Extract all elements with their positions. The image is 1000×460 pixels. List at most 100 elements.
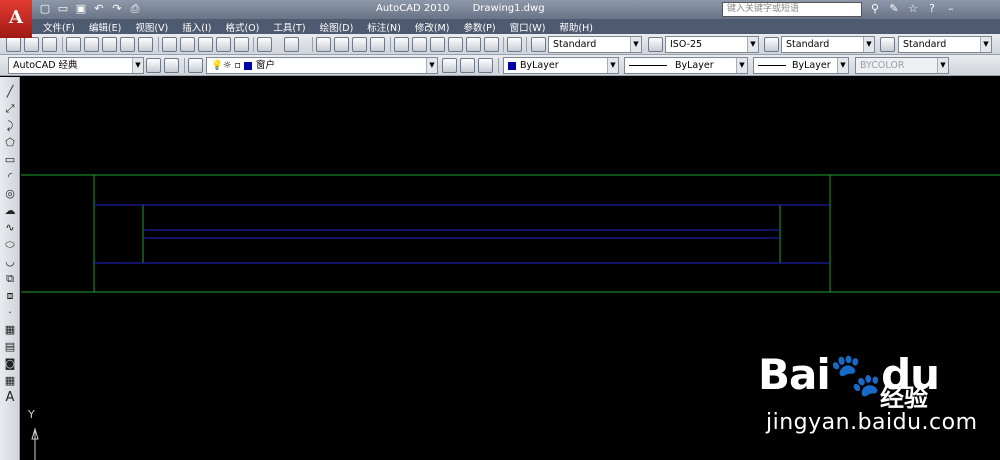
redo-toolbar-icon[interactable] — [284, 37, 299, 52]
etransmit-icon[interactable] — [138, 37, 153, 52]
text-style-icon[interactable] — [531, 37, 546, 52]
communication-center-icon[interactable]: ✎ — [887, 2, 901, 16]
chevron-down-icon[interactable]: ▼ — [736, 58, 747, 73]
make-block-icon[interactable]: ⧈ — [3, 289, 17, 303]
zoom-previous-icon[interactable] — [370, 37, 385, 52]
chevron-down-icon: ▼ — [937, 58, 948, 73]
layer-properties-manager-icon[interactable] — [188, 58, 203, 73]
undo-icon[interactable]: ↶ — [92, 2, 106, 16]
new-file-icon[interactable]: ▢ — [38, 2, 52, 16]
copy-icon[interactable] — [180, 37, 195, 52]
table-style-select[interactable]: Standard ▼ — [781, 36, 875, 53]
save-toolbar-icon[interactable] — [42, 37, 57, 52]
menu-file[interactable]: 文件(F) — [43, 20, 75, 34]
point-icon[interactable]: · — [3, 306, 17, 320]
dimension-style-select[interactable]: ISO-25 ▼ — [665, 36, 759, 53]
cut-icon[interactable] — [162, 37, 177, 52]
minimize-icon[interactable]: – — [944, 2, 958, 16]
polyline-icon[interactable]: ⤸ — [3, 119, 17, 133]
help-icon[interactable]: ? — [925, 2, 939, 16]
menu-modify[interactable]: 修改(M) — [415, 20, 450, 34]
plot-preview-icon[interactable] — [84, 37, 99, 52]
publish-icon[interactable] — [102, 37, 117, 52]
menu-view[interactable]: 视图(V) — [135, 20, 168, 34]
3d-dwf-icon[interactable] — [120, 37, 135, 52]
chevron-down-icon[interactable]: ▼ — [607, 58, 618, 73]
chevron-down-icon[interactable]: ▼ — [837, 58, 848, 73]
make-current-layer-icon[interactable] — [442, 58, 457, 73]
chevron-down-icon[interactable]: ▼ — [132, 58, 143, 73]
circle-icon[interactable]: ◎ — [3, 187, 17, 201]
open-file-icon[interactable]: ▭ — [56, 2, 70, 16]
ellipse-icon[interactable]: ⬭ — [3, 238, 17, 252]
workspace-settings-icon[interactable] — [146, 58, 161, 73]
clean-screen-icon[interactable] — [164, 58, 179, 73]
menu-insert[interactable]: 插入(I) — [182, 20, 211, 34]
match-properties-icon[interactable] — [216, 37, 231, 52]
qnew-icon[interactable] — [6, 37, 21, 52]
zoom-window-icon[interactable] — [352, 37, 367, 52]
search-input[interactable]: 键入关键字或短语 — [722, 2, 862, 17]
help-toolbar-icon[interactable] — [507, 37, 522, 52]
menu-dimension[interactable]: 标注(N) — [367, 20, 401, 34]
multileader-style-icon[interactable] — [880, 37, 895, 52]
quickcalc-icon[interactable] — [484, 37, 499, 52]
table-icon[interactable]: ▦ — [3, 374, 17, 388]
save-icon[interactable]: ▣ — [74, 2, 88, 16]
menu-draw[interactable]: 绘图(D) — [320, 20, 354, 34]
zoom-realtime-icon[interactable] — [334, 37, 349, 52]
chevron-down-icon[interactable]: ▼ — [863, 37, 874, 52]
print-icon[interactable]: ⎙ — [128, 2, 142, 16]
menu-parametric[interactable]: 参数(P) — [463, 20, 495, 34]
block-editor-icon[interactable] — [234, 37, 249, 52]
menu-format[interactable]: 格式(O) — [225, 20, 259, 34]
layer-previous-icon[interactable] — [460, 58, 475, 73]
layer-select[interactable]: 💡☼ ▫ 窗户 ▼ — [206, 57, 438, 74]
color-control-select[interactable]: ByLayer ▼ — [503, 57, 619, 74]
chevron-down-icon[interactable]: ▼ — [980, 37, 991, 52]
gradient-icon[interactable]: ▤ — [3, 340, 17, 354]
line-tool-icon[interactable]: ╱ — [3, 85, 17, 99]
hatch-icon[interactable]: ▦ — [3, 323, 17, 337]
menu-window[interactable]: 窗口(W) — [510, 20, 546, 34]
menu-help[interactable]: 帮助(H) — [559, 20, 593, 34]
chevron-down-icon[interactable]: ▼ — [747, 37, 758, 52]
design-center-icon[interactable] — [412, 37, 427, 52]
binoculars-search-icon[interactable]: ⚲ — [868, 2, 882, 16]
layer-walk-icon[interactable] — [478, 58, 493, 73]
ellipse-arc-icon[interactable]: ◡ — [3, 255, 17, 269]
linetype-control-select[interactable]: ByLayer ▼ — [624, 57, 748, 74]
autocad-app-logo[interactable]: A — [0, 0, 32, 38]
favorites-star-icon[interactable]: ☆ — [906, 2, 920, 16]
window-title: AutoCAD 2010 Drawing1.dwg — [376, 3, 565, 14]
revision-cloud-icon[interactable]: ☁ — [3, 204, 17, 218]
polygon-icon[interactable]: ⬠ — [3, 136, 17, 150]
properties-icon[interactable] — [394, 37, 409, 52]
construction-line-icon[interactable]: ⤢ — [3, 102, 17, 116]
sheet-set-manager-icon[interactable] — [448, 37, 463, 52]
open-icon[interactable] — [24, 37, 39, 52]
menu-tools[interactable]: 工具(T) — [273, 20, 305, 34]
multileader-style-select[interactable]: Standard ▼ — [898, 36, 992, 53]
menu-edit[interactable]: 编辑(E) — [89, 20, 121, 34]
paste-icon[interactable] — [198, 37, 213, 52]
dimension-style-icon[interactable] — [648, 37, 663, 52]
lineweight-control-select[interactable]: ByLayer ▼ — [753, 57, 849, 74]
chevron-down-icon[interactable]: ▼ — [426, 58, 437, 73]
region-icon[interactable]: ◙ — [3, 357, 17, 371]
workspace-select[interactable]: AutoCAD 经典 ▼ — [8, 57, 144, 74]
plot-icon[interactable] — [66, 37, 81, 52]
undo-toolbar-icon[interactable] — [257, 37, 272, 52]
arc-icon[interactable]: ◜ — [3, 170, 17, 184]
tool-palettes-icon[interactable] — [430, 37, 445, 52]
chevron-down-icon[interactable]: ▼ — [630, 37, 641, 52]
insert-block-icon[interactable]: ⧉ — [3, 272, 17, 286]
spline-icon[interactable]: ∿ — [3, 221, 17, 235]
pan-realtime-icon[interactable] — [316, 37, 331, 52]
markup-set-icon[interactable] — [466, 37, 481, 52]
text-style-select[interactable]: Standard ▼ — [548, 36, 642, 53]
table-style-icon[interactable] — [764, 37, 779, 52]
rectangle-icon[interactable]: ▭ — [3, 153, 17, 167]
multiline-text-icon[interactable]: A — [3, 391, 17, 405]
redo-icon[interactable]: ↷ — [110, 2, 124, 16]
